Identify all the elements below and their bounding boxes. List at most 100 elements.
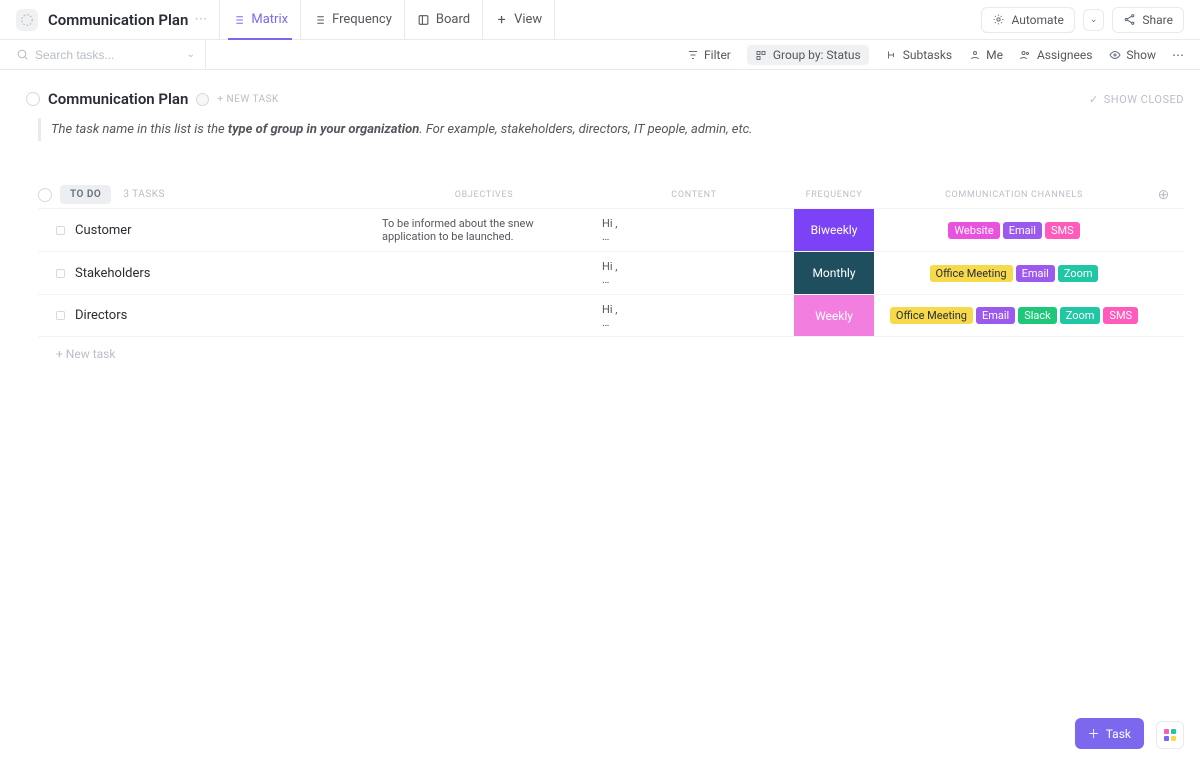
view-tab-matrix[interactable]: Matrix [219,0,301,39]
topbar: Communication Plan ⋯ MatrixFrequencyBoar… [0,0,1200,40]
task-left: Directors [38,295,343,336]
objectives-cell[interactable] [374,310,594,322]
fab-new-task[interactable]: ＋ Task [1075,718,1144,749]
task-count: 3 TASKS [123,189,165,200]
channel-tag[interactable]: Slack [1018,307,1057,324]
task-name[interactable]: Customer [75,223,132,238]
list-title[interactable]: Communication Plan [48,90,188,108]
users-icon [1019,48,1032,61]
task-row[interactable]: Customer To be informed about the snew ap… [38,208,1184,251]
filter-button[interactable]: Filter [686,48,731,62]
subtasks-label: Subtasks [903,48,952,62]
objectives-cell[interactable]: To be informed about the snew applicatio… [374,211,594,249]
share-icon [1123,13,1136,26]
view-tab-frequency[interactable]: Frequency [301,0,405,39]
show-closed-label: SHOW CLOSED [1104,93,1184,106]
channel-tag[interactable]: Email [976,307,1015,324]
show-closed-button[interactable]: ✓ SHOW CLOSED [1089,93,1184,106]
edit-list-icon[interactable] [196,93,209,106]
desc-pre: The task name in this list is the [51,122,228,137]
automate-dropdown[interactable]: ⌄ [1083,9,1105,31]
view-tab-view[interactable]: +View [483,0,555,39]
col-content[interactable]: CONTENT [594,190,794,200]
add-task-button[interactable]: + New task [56,347,1184,361]
task-name[interactable]: Directors [75,308,127,323]
chevron-down-icon[interactable]: ⌄ [187,49,195,60]
view-tabs: Matrix Frequency Board+View [219,0,555,39]
content-cell[interactable]: Hi ,… [594,211,794,249]
status-square[interactable] [56,226,65,235]
list-icon [313,13,326,26]
task-grid: To be informed about the snew applicatio… [374,209,1184,251]
view-tab-board[interactable]: Board [405,0,483,39]
channel-tag[interactable]: Zoom [1060,307,1101,324]
col-objectives[interactable]: OBJECTIVES [374,190,594,200]
column-headers: OBJECTIVES CONTENT FREQUENCY COMMUNICATI… [374,187,1184,203]
me-label: Me [986,48,1003,62]
plus-icon: ＋ [1088,725,1100,742]
channel-tag[interactable]: Office Meeting [890,307,973,324]
new-task-header[interactable]: + NEW TASK [217,94,278,105]
task-row[interactable]: StakeholdersHi ,…MonthlyOffice MeetingEm… [38,251,1184,294]
channel-tag[interactable]: Zoom [1058,265,1099,282]
task-row[interactable]: DirectorsHi ,…WeeklyOffice MeetingEmailS… [38,294,1184,337]
workspace-menu[interactable]: ⋯ [194,12,207,27]
plus-icon: + [495,13,508,26]
status-square[interactable] [56,311,65,320]
channels-cell[interactable]: WebsiteEmailSMS [874,218,1154,243]
user-icon [968,48,981,61]
topbar-actions: Automate ⌄ Share [981,7,1184,33]
channel-tag[interactable]: Office Meeting [930,265,1013,282]
assignees-button[interactable]: Assignees [1019,48,1092,62]
task-left: Customer [38,209,343,251]
automate-label: Automate [1011,13,1063,27]
list-header: Communication Plan + NEW TASK ✓ SHOW CLO… [26,90,1184,108]
fab-apps[interactable] [1156,721,1184,749]
col-channels[interactable]: COMMUNICATION CHANNELS [874,190,1154,200]
channel-tag[interactable]: Email [1003,222,1042,239]
desc-bold: type of group in your organization [228,122,419,137]
frequency-cell[interactable]: Weekly [794,295,874,336]
content-cell[interactable]: Hi ,… [594,254,794,292]
share-button[interactable]: Share [1112,7,1184,33]
channel-tag[interactable]: Email [1016,265,1055,282]
status-square[interactable] [56,269,65,278]
channel-tag[interactable]: SMS [1045,222,1080,239]
list-icon [232,13,245,26]
channel-tag[interactable]: Website [948,222,999,239]
desc-post: . For example, stakeholders, directors, … [419,122,752,137]
show-button[interactable]: Show [1108,48,1156,62]
group-collapse-icon[interactable] [38,188,52,202]
collapse-icon[interactable] [26,92,40,106]
add-column-button[interactable]: ⊕ [1154,187,1184,203]
objectives-cell[interactable] [374,267,594,279]
subtasks-button[interactable]: Subtasks [885,48,952,62]
content-cell[interactable]: Hi ,… [594,297,794,335]
board-icon [417,13,430,26]
more-button[interactable]: ⋯ [1172,48,1184,62]
list-description: The task name in this list is the type o… [38,118,1184,141]
frequency-cell[interactable]: Monthly [794,252,874,294]
channels-cell[interactable]: Office MeetingEmailSlackZoomSMS [874,303,1154,328]
status-chip[interactable]: TO DO [60,185,111,204]
toolbar: ⌄ Filter Group by: Status Subtasks Me As… [0,40,1200,70]
automate-button[interactable]: Automate [981,7,1074,33]
view-label: Frequency [332,12,392,27]
task-name[interactable]: Stakeholders [75,266,150,281]
channels-cell[interactable]: Office MeetingEmailZoom [874,261,1154,286]
col-frequency[interactable]: FREQUENCY [794,190,874,200]
filter-label: Filter [704,48,731,62]
me-button[interactable]: Me [968,48,1003,62]
show-label: Show [1126,48,1156,62]
group-icon [755,48,768,61]
channel-tag[interactable]: SMS [1103,307,1138,324]
frequency-cell[interactable]: Biweekly [794,209,874,251]
groupby-button[interactable]: Group by: Status [747,45,869,65]
task-grid: Hi ,…WeeklyOffice MeetingEmailSlackZoomS… [374,295,1184,336]
search-input[interactable] [35,48,155,62]
workspace-icon[interactable] [16,9,38,31]
groupby-label: Group by: Status [773,48,861,62]
group-header: TO DO 3 TASKS OBJECTIVES CONTENT FREQUEN… [38,181,1184,208]
automate-icon [992,13,1005,26]
task-left: Stakeholders [38,252,343,294]
